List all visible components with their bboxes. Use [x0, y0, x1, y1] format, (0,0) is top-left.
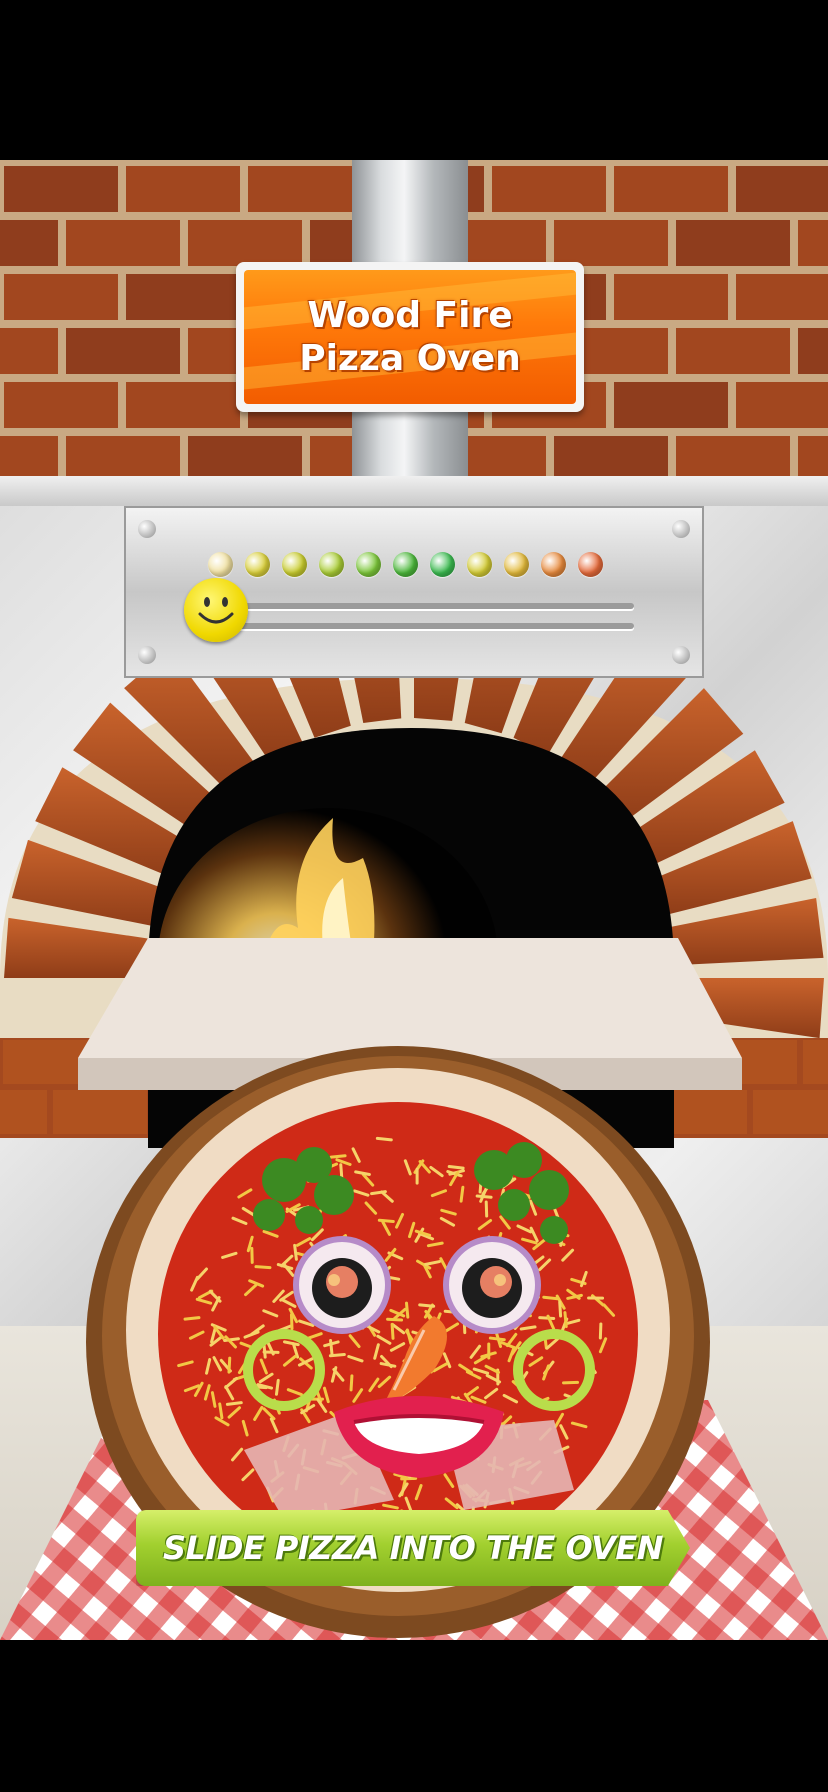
doneness-led: [393, 552, 418, 577]
wall-brick: [614, 166, 728, 212]
screw-icon: [138, 646, 156, 664]
wall-brick: [554, 436, 668, 476]
doneness-meter-panel: [124, 506, 704, 678]
wall-brick: [753, 1090, 828, 1134]
title-line-1: Wood Fire: [307, 294, 513, 336]
wall-brick: [248, 166, 362, 212]
slide-pizza-button[interactable]: SLIDE PIZZA INTO THE OVEN: [136, 1510, 690, 1586]
doneness-led: [541, 552, 566, 577]
wall-brick: [0, 328, 58, 374]
wall-brick: [736, 382, 828, 428]
doneness-led: [430, 552, 455, 577]
slide-pizza-label: SLIDE PIZZA INTO THE OVEN: [162, 1529, 664, 1567]
doneness-led: [208, 552, 233, 577]
doneness-led: [467, 552, 492, 577]
wall-brick: [126, 382, 240, 428]
screw-icon: [672, 520, 690, 538]
sushi-eye-left: [293, 1236, 391, 1334]
wall-brick: [798, 436, 828, 476]
wall-brick: [803, 1040, 828, 1084]
doneness-led: [504, 552, 529, 577]
doneness-leds: [208, 552, 603, 577]
wall-brick: [4, 274, 118, 320]
screw-icon: [138, 520, 156, 538]
wall-brick: [66, 328, 180, 374]
wall-brick: [736, 274, 828, 320]
title-sign: Wood Fire Pizza Oven: [236, 262, 584, 412]
sushi-eye-right: [443, 1236, 541, 1334]
doneness-led: [245, 552, 270, 577]
wall-brick: [0, 220, 58, 266]
wall-brick: [614, 382, 728, 428]
wall-brick: [188, 220, 302, 266]
wall-brick: [554, 220, 668, 266]
wall-brick: [0, 436, 58, 476]
wall-brick: [676, 436, 790, 476]
wall-brick: [798, 328, 828, 374]
doneness-led: [578, 552, 603, 577]
wall-brick: [676, 328, 790, 374]
wall-brick: [66, 436, 180, 476]
wall-brick: [492, 166, 606, 212]
wall-brick: [736, 166, 828, 212]
screw-icon: [672, 646, 690, 664]
meter-track: [232, 603, 634, 609]
wall-brick: [188, 436, 302, 476]
wall-brick: [126, 166, 240, 212]
wall-brick: [0, 1090, 47, 1134]
wall-brick: [4, 382, 118, 428]
wall-brick: [676, 220, 790, 266]
wall-brick: [4, 166, 118, 212]
doneness-led: [356, 552, 381, 577]
doneness-led: [319, 552, 344, 577]
wall-brick: [66, 220, 180, 266]
marble-ledge: [0, 476, 828, 506]
smiley-face-icon: [184, 578, 248, 642]
wall-brick: [126, 274, 240, 320]
title-line-2: Pizza Oven: [299, 338, 521, 379]
wall-brick: [614, 274, 728, 320]
game-scene: Wood Fire Pizza Oven SLIDE PIZZA INTO TH…: [0, 160, 828, 1640]
doneness-led: [282, 552, 307, 577]
wall-brick: [798, 220, 828, 266]
meter-track: [232, 623, 634, 629]
